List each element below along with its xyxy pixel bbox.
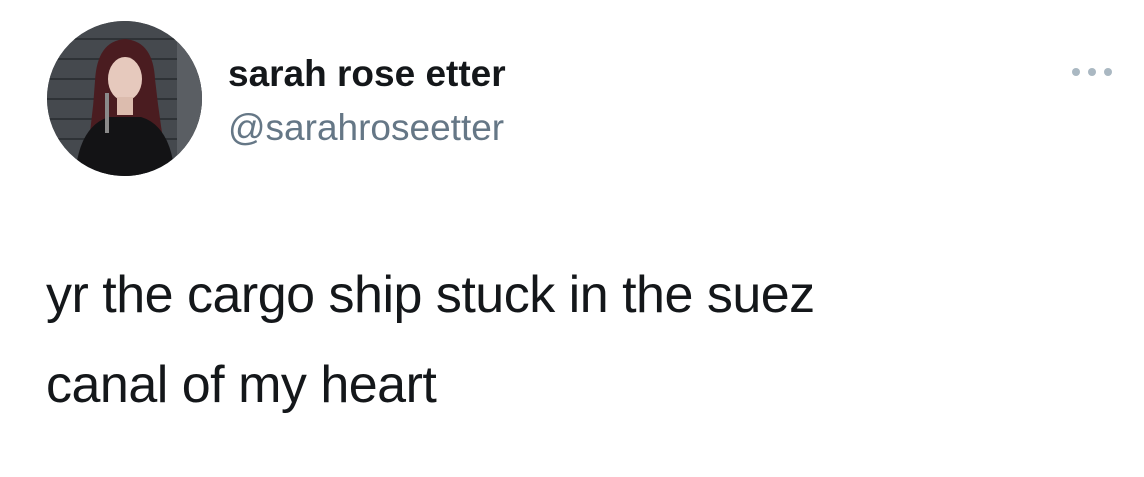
ellipsis-icon bbox=[1072, 68, 1112, 76]
profile-photo-icon bbox=[47, 21, 202, 176]
avatar[interactable] bbox=[47, 21, 202, 176]
tweet-text: yr the cargo ship stuck in the suez cana… bbox=[46, 266, 815, 414]
tweet-card: sarah rose etter @sarahroseetter yr the … bbox=[0, 0, 1144, 477]
tweet-author[interactable]: sarah rose etter @sarahroseetter bbox=[228, 52, 506, 150]
more-options-button[interactable] bbox=[1068, 60, 1116, 84]
user-handle[interactable]: @sarahroseetter bbox=[228, 106, 506, 150]
display-name[interactable]: sarah rose etter bbox=[228, 52, 506, 96]
